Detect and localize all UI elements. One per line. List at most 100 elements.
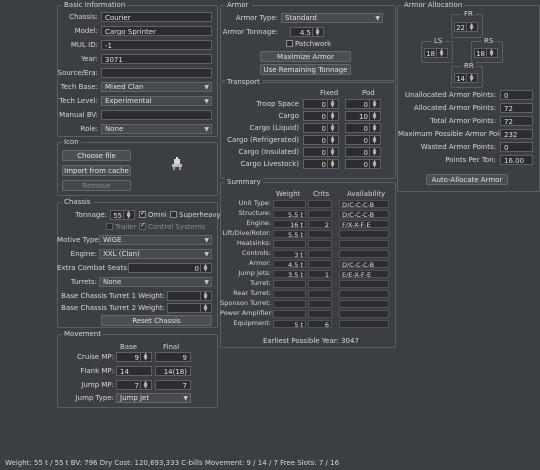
turret-1-weight-label: Base Chassis Turret 1 Weight: xyxy=(61,292,165,300)
import-from-cache-button[interactable]: Import from cache xyxy=(62,165,131,176)
patchwork-checkbox[interactable] xyxy=(286,40,293,47)
transport-fixed-spinner[interactable]: 0 ▲ ▼ xyxy=(303,99,339,109)
armor-tonnage-spinner[interactable]: 4.5 ▲ ▼ xyxy=(290,27,324,37)
transport-pod-spinner[interactable]: 0 ▲ ▼ xyxy=(345,147,381,157)
spin-arrows-icon[interactable]: ▲ ▼ xyxy=(369,136,379,145)
extra-combat-seats-spinner[interactable]: 0 ▲ ▼ xyxy=(128,263,212,273)
transport-fixed-spinner[interactable]: 0 ▲ ▼ xyxy=(303,159,339,169)
wasted-armor-label: Wasted Armor Points: xyxy=(420,143,496,151)
spin-arrows-icon[interactable]: ▲ ▼ xyxy=(369,100,379,109)
spin-arrows-icon[interactable]: ▲ ▼ xyxy=(312,28,322,37)
maximize-armor-button[interactable]: Maximize Armor xyxy=(260,51,351,62)
spin-arrows-icon[interactable]: ▲ ▼ xyxy=(123,211,133,220)
armor-type-label: Armor Type: xyxy=(235,14,278,22)
spin-arrows-icon[interactable]: ▲ ▼ xyxy=(327,160,337,169)
transport-pod-spinner[interactable]: 0 ▲ ▼ xyxy=(345,135,381,145)
superheavy-checkbox[interactable] xyxy=(170,211,177,218)
spin-arrows-icon[interactable]: ▲ ▼ xyxy=(327,112,337,121)
spin-arrows-icon[interactable]: ▲ ▼ xyxy=(369,124,379,133)
transport-pod-spinner[interactable]: 0 ▲ ▼ xyxy=(345,123,381,133)
armor-type-value: Standard xyxy=(285,14,317,22)
motive-type-select[interactable]: WiGE ▼ xyxy=(99,235,212,245)
trailer-checkbox[interactable] xyxy=(106,223,113,230)
tech-level-select[interactable]: Experimental ▼ xyxy=(101,96,212,106)
transport-group-title: Transport xyxy=(225,78,262,86)
turret-2-weight-spinner[interactable]: ▲ ▼ xyxy=(167,303,212,313)
base-header: Base xyxy=(120,343,138,351)
transport-fixed-spinner[interactable]: 0 ▲ ▼ xyxy=(303,147,339,157)
spin-arrows-icon[interactable]: ▲ ▼ xyxy=(466,23,476,32)
summary-avail-cell xyxy=(339,300,389,308)
control-systems-checkbox[interactable] xyxy=(139,221,146,230)
use-remaining-tonnage-button[interactable]: Use Remaining Tonnage xyxy=(260,64,351,75)
spin-arrows-icon[interactable]: ▲ ▼ xyxy=(436,49,446,58)
tech-base-select[interactable]: Mixed Clan ▼ xyxy=(101,82,212,92)
remove-icon-button[interactable]: Remove xyxy=(62,180,131,191)
summary-crits-cell: 1 xyxy=(308,270,332,278)
spin-arrows-icon[interactable]: ▲ ▼ xyxy=(200,264,210,273)
spin-arrows-icon[interactable]: ▲ ▼ xyxy=(140,381,150,390)
right-side-armor-spinner[interactable]: 18 ▲ ▼ xyxy=(474,48,498,58)
turrets-value: None xyxy=(103,278,122,286)
engine-select[interactable]: XXL (Clan) ▼ xyxy=(99,249,212,259)
spin-arrows-icon[interactable]: ▲ ▼ xyxy=(369,112,379,121)
spin-arrows-icon[interactable]: ▲ ▼ xyxy=(327,148,337,157)
transport-fixed-value: 0 xyxy=(321,125,326,133)
summary-avail-cell xyxy=(339,280,389,288)
tech-level-label: Tech Level: xyxy=(59,97,98,105)
choose-file-button[interactable]: Choose file xyxy=(62,150,131,161)
right-side-armor-label: RS xyxy=(482,37,496,45)
armor-type-select[interactable]: Standard ▼ xyxy=(281,13,383,23)
chassis-input[interactable]: Courier xyxy=(101,12,212,22)
allocated-armor-label: Allocated Armor Points: xyxy=(414,104,496,112)
transport-pod-spinner[interactable]: 0 ▲ ▼ xyxy=(345,159,381,169)
jump-mp-spinner[interactable]: 7 ▲ ▼ xyxy=(116,380,152,390)
summary-row-label: Armor: xyxy=(248,259,271,267)
transport-pod-spinner[interactable]: 0 ▲ ▼ xyxy=(345,99,381,109)
spin-arrows-icon[interactable]: ▲ ▼ xyxy=(327,136,337,145)
tonnage-spinner[interactable]: 55 ▲ ▼ xyxy=(110,210,135,220)
summary-crits-cell xyxy=(308,310,332,318)
omni-checkbox[interactable] xyxy=(139,209,146,218)
transport-pod-spinner[interactable]: 10 ▲ ▼ xyxy=(345,111,381,121)
spin-arrows-icon[interactable]: ▲ ▼ xyxy=(369,148,379,157)
rear-armor-spinner[interactable]: 14 ▲ ▼ xyxy=(454,73,478,83)
manual-bv-input[interactable] xyxy=(101,110,212,120)
front-armor-spinner[interactable]: 22 ▲ ▼ xyxy=(454,22,478,32)
model-input[interactable]: Cargo Sprinter xyxy=(101,26,212,36)
left-side-armor-spinner[interactable]: 18 ▲ ▼ xyxy=(424,48,448,58)
jump-mp-label: Jump MP: xyxy=(81,381,114,389)
tech-base-value: Mixed Clan xyxy=(105,83,144,91)
armor-tonnage-value: 4.5 xyxy=(299,29,311,37)
transport-fixed-spinner[interactable]: 0 ▲ ▼ xyxy=(303,135,339,145)
summary-avail-cell xyxy=(339,230,389,238)
turrets-select[interactable]: None ▼ xyxy=(99,277,212,287)
transport-fixed-spinner[interactable]: 0 ▲ ▼ xyxy=(303,111,339,121)
jump-type-select[interactable]: Jump Jet ▼ xyxy=(116,393,191,403)
spin-arrows-icon[interactable]: ▲ ▼ xyxy=(140,353,150,362)
spin-arrows-icon[interactable]: ▲ ▼ xyxy=(327,124,337,133)
chevron-down-icon: ▼ xyxy=(204,98,209,105)
spin-arrows-icon[interactable]: ▲ ▼ xyxy=(466,74,476,83)
spin-arrows-icon[interactable]: ▲ ▼ xyxy=(327,100,337,109)
summary-avail-cell xyxy=(339,240,389,248)
mul-id-input[interactable]: -1 xyxy=(101,40,212,50)
spin-arrows-icon[interactable]: ▲ ▼ xyxy=(486,49,496,58)
cruise-mp-spinner[interactable]: 9 ▲ ▼ xyxy=(116,352,152,362)
spin-arrows-icon[interactable]: ▲ ▼ xyxy=(200,304,210,313)
role-select[interactable]: None ▼ xyxy=(101,124,212,134)
cruise-mp-base: 9 xyxy=(134,354,139,362)
year-input[interactable]: 3071 xyxy=(101,54,212,64)
auto-allocate-armor-button[interactable]: Auto-Allocate Armor xyxy=(426,174,508,185)
source-era-input[interactable] xyxy=(101,68,212,78)
fixed-header: Fixed xyxy=(320,89,339,97)
turret-1-weight-spinner[interactable]: ▲ ▼ xyxy=(167,291,212,301)
reset-chassis-button[interactable]: Reset Chassis xyxy=(101,315,212,326)
spin-arrows-icon[interactable]: ▲ ▼ xyxy=(200,292,210,301)
summary-crits-cell xyxy=(308,210,332,218)
summary-avail-cell xyxy=(339,290,389,298)
transport-fixed-spinner[interactable]: 0 ▲ ▼ xyxy=(303,123,339,133)
spin-arrows-icon[interactable]: ▲ ▼ xyxy=(369,160,379,169)
transport-row-label: Cargo (Liquid) xyxy=(249,124,299,132)
jump-mp-final: 7 xyxy=(155,380,191,390)
